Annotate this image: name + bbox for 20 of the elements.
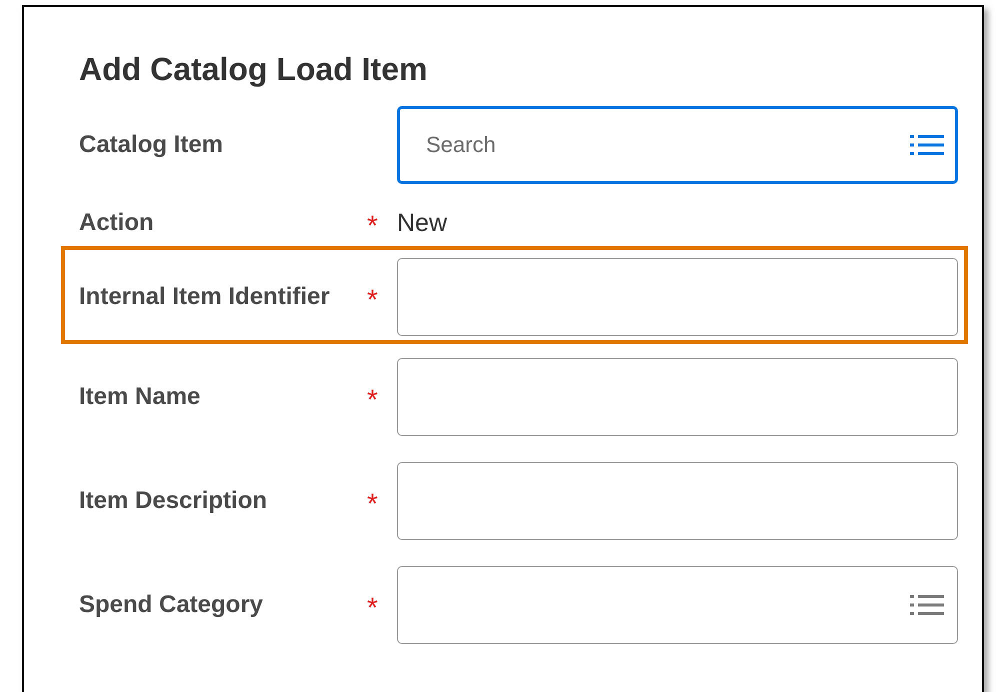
required-mark: *: [367, 591, 378, 622]
field-label: Catalog Item: [79, 131, 224, 159]
input-field[interactable]: [397, 566, 958, 644]
input-field[interactable]: [397, 462, 958, 540]
required-mark: *: [367, 283, 378, 314]
list-icon[interactable]: [910, 593, 944, 617]
field-label: Spend Category: [79, 591, 264, 619]
input-field[interactable]: [397, 358, 958, 436]
required-mark: *: [367, 383, 378, 414]
list-icon[interactable]: [910, 133, 944, 157]
input-field[interactable]: Search: [397, 106, 958, 184]
dialog-title: Add Catalog Load Item: [79, 51, 428, 88]
field-label: Item Name: [79, 383, 202, 411]
required-mark: *: [367, 487, 378, 518]
input-field[interactable]: [397, 258, 958, 336]
field-label: Internal Item Identifier: [79, 283, 331, 311]
required-mark: *: [367, 209, 378, 240]
field-value: New: [397, 208, 448, 238]
field-label: Item Description: [79, 487, 268, 515]
field-label: Action: [79, 209, 155, 237]
